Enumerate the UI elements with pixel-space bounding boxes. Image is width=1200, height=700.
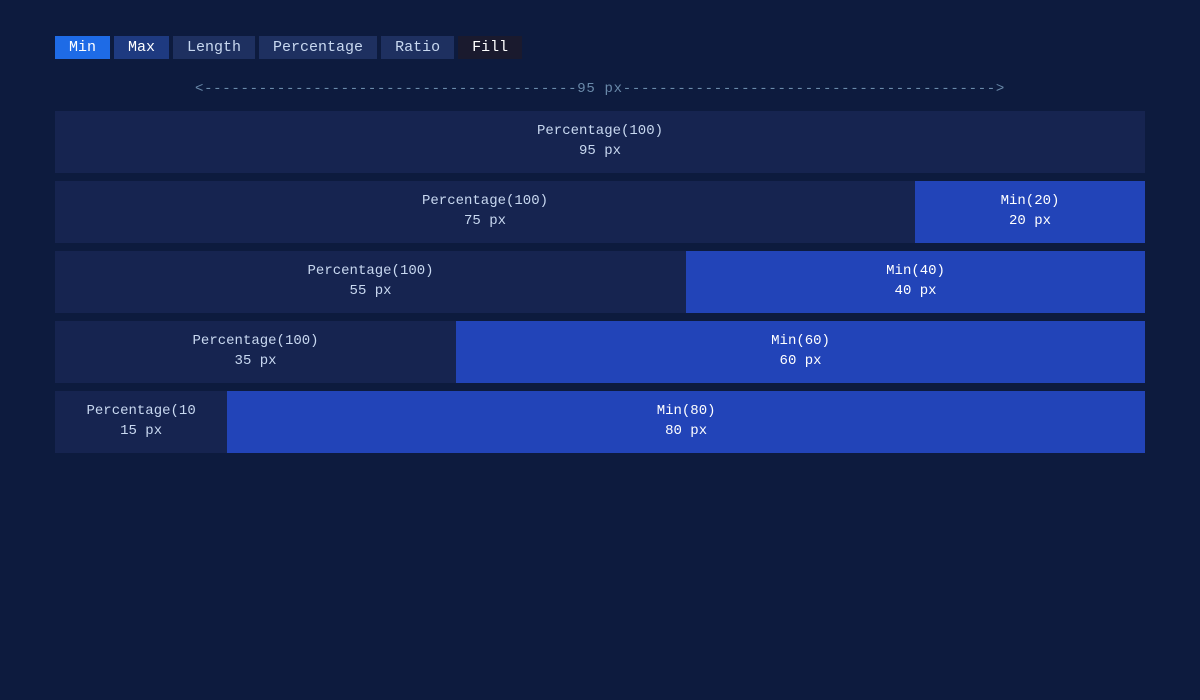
bar-percentage-1: Percentage(100)75 px [55,181,915,243]
bar-row-2: Percentage(100)55 pxMin(40)40 px [55,251,1145,313]
bar-percentage-0: Percentage(100)95 px [55,111,1145,173]
tabs-row: MinMaxLengthPercentageRatioFill [55,36,1145,59]
header: MinMaxLengthPercentageRatioFill [0,0,1200,69]
bar-row-0: Percentage(100)95 px [55,111,1145,173]
tab-percentage[interactable]: Percentage [259,36,377,59]
bar-row-1: Percentage(100)75 pxMin(20)20 px [55,181,1145,243]
tab-max[interactable]: Max [114,36,169,59]
tab-length[interactable]: Length [173,36,255,59]
bar-min-4: Min(80)80 px [227,391,1145,453]
bars-container: Percentage(100)95 px Percentage(100)75 px… [0,111,1200,453]
bar-min-3: Min(60)60 px [456,321,1145,383]
tab-ratio[interactable]: Ratio [381,36,454,59]
bar-percentage-3: Percentage(100)35 px [55,321,456,383]
bar-min-2: Min(40)40 px [686,251,1145,313]
bar-percentage-4: Percentage(1015 px [55,391,227,453]
bar-row-4: Percentage(1015 pxMin(80)80 px [55,391,1145,453]
tab-min[interactable]: Min [55,36,110,59]
tab-fill[interactable]: Fill [458,36,522,59]
ruler: <---------------------------------------… [55,81,1145,97]
bar-min-1: Min(20)20 px [915,181,1145,243]
bar-percentage-2: Percentage(100)55 px [55,251,686,313]
bar-row-3: Percentage(100)35 pxMin(60)60 px [55,321,1145,383]
